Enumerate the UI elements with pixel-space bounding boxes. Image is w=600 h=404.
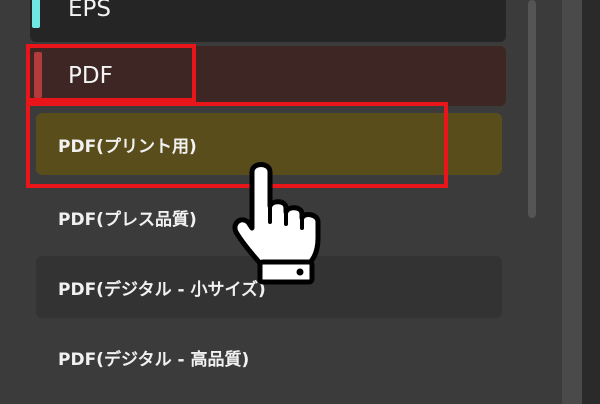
format-item-pdf-label: PDF xyxy=(68,63,113,89)
right-panel-edge xyxy=(562,0,600,404)
pointing-hand-icon xyxy=(232,162,321,285)
eps-color-stripe xyxy=(32,0,40,28)
pdf-option-digital-high-label: PDF(デジタル - 高品質) xyxy=(58,349,250,370)
format-item-pdf[interactable]: PDF xyxy=(30,46,506,106)
scrollbar-thumb[interactable] xyxy=(528,0,536,218)
format-item-eps[interactable]: EPS xyxy=(30,0,506,42)
pdf-option-press-quality-label: PDF(プレス品質) xyxy=(58,209,197,230)
pdf-option-digital-high[interactable]: PDF(デジタル - 高品質) xyxy=(36,326,502,388)
pdf-option-print-label: PDF(プリント用) xyxy=(58,136,197,157)
screen: EPS PDF PDF(プリント用) PDF(プレス品質) PDF(デジタル -… xyxy=(0,0,600,404)
format-item-eps-label: EPS xyxy=(68,0,112,22)
pdf-color-stripe xyxy=(34,52,42,98)
